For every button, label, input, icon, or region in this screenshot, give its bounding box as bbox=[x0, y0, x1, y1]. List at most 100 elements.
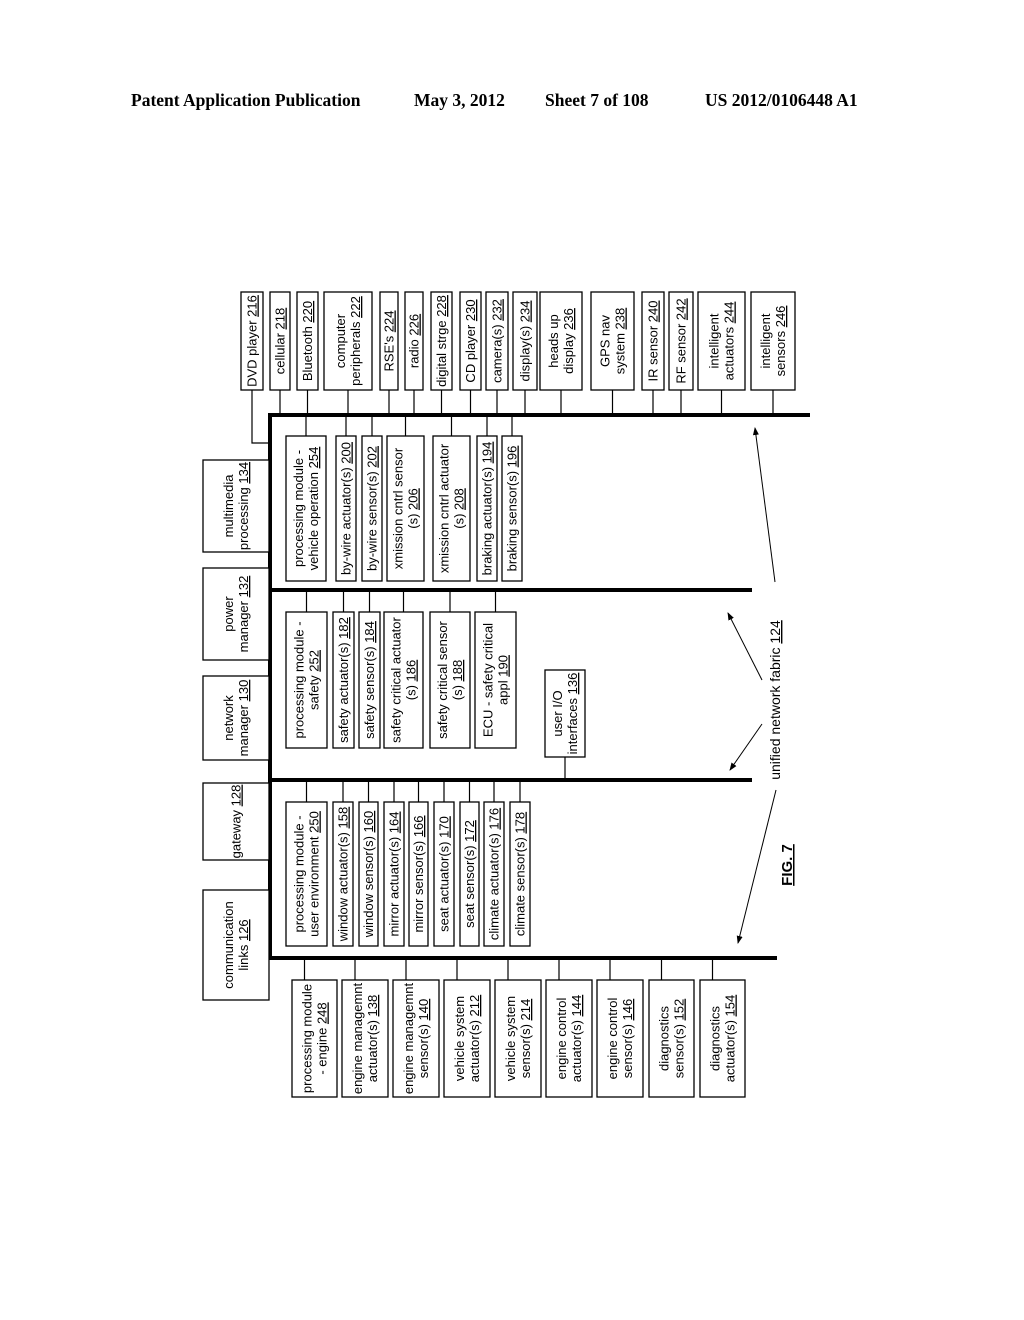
component-label: engine managemntsensor(s) 140 bbox=[401, 982, 431, 1094]
label-line: actuator(s) bbox=[723, 1020, 738, 1082]
component-intelligent-actuators-244: intelligentactuators 244 bbox=[697, 291, 746, 415]
label-line: mirror sensor(s) bbox=[411, 841, 426, 933]
component-diagnostics-sensor-s-152: diagnosticssensor(s) 152 bbox=[648, 958, 695, 1098]
label-line: window sensor(s) bbox=[361, 836, 376, 938]
label-line: user I/O bbox=[550, 690, 565, 736]
label-line: processing module bbox=[300, 984, 315, 1093]
component-label: cellular 218 bbox=[273, 308, 288, 375]
label-line: digital strge bbox=[434, 320, 449, 386]
label-line: Bluetooth bbox=[300, 326, 315, 381]
component-label: diagnosticsactuator(s) 154 bbox=[708, 995, 738, 1082]
component-braking-actuator-s-194: braking actuator(s) 194 bbox=[476, 415, 498, 582]
component-window-sensor-s-160: window sensor(s) 160 bbox=[358, 780, 379, 947]
component-label: mirror sensor(s) 166 bbox=[411, 815, 426, 932]
component-label: multimediaprocessing 134 bbox=[221, 462, 251, 550]
label-line: (s) bbox=[404, 685, 419, 700]
label-line: engine managemnt bbox=[401, 982, 416, 1094]
reference-number: 128 bbox=[229, 785, 244, 807]
reference-number: 144 bbox=[569, 995, 584, 1017]
label-line: system bbox=[613, 333, 628, 374]
reference-number: 132 bbox=[236, 576, 251, 598]
component-camera-s-232: camera(s) 232 bbox=[485, 291, 509, 415]
component-cd-player-230: CD player 230 bbox=[459, 291, 482, 415]
reference-number: 228 bbox=[434, 295, 449, 317]
component-intelligent-sensors-246: intelligentsensors 246 bbox=[750, 291, 796, 415]
label-line: processing module - bbox=[292, 621, 307, 738]
label-line: communication bbox=[221, 901, 236, 988]
reference-number: 236 bbox=[561, 308, 576, 330]
component-climate-sensor-s-178: climate sensor(s) 178 bbox=[509, 780, 531, 947]
label-line: xmission cntrl sensor bbox=[391, 447, 406, 569]
label-line: braking actuator(s) bbox=[480, 467, 495, 575]
component-label: climate sensor(s) 178 bbox=[513, 812, 528, 936]
label-line: safety critical sensor bbox=[435, 620, 450, 738]
component-label: camera(s) 232 bbox=[490, 299, 505, 383]
component-cellular-218: cellular 218 bbox=[269, 291, 291, 415]
dvd-connector bbox=[251, 390, 270, 444]
label-line: GPS nav bbox=[598, 314, 613, 367]
label-line: safety sensor(s) bbox=[362, 646, 377, 738]
component-label: safety actuator(s) 182 bbox=[336, 617, 351, 743]
reference-number: 232 bbox=[490, 299, 505, 321]
component-rse-s-224: RSE's 224 bbox=[379, 291, 399, 415]
component-ecu-safety-critical-appl-190: ECU - safety criticalappl 190 bbox=[474, 590, 517, 749]
label-line: intelligent bbox=[707, 313, 722, 368]
label-line: actuator(s) bbox=[467, 1020, 482, 1082]
component-vehicle-system-sensor-s-214: vehicle systemsensor(s) 214 bbox=[494, 958, 542, 1098]
component-seat-actuator-s-170: seat actuator(s) 170 bbox=[433, 780, 455, 947]
label-line: vehicle operation bbox=[306, 472, 321, 570]
reference-number: 224 bbox=[382, 310, 397, 332]
reference-number: 140 bbox=[416, 999, 431, 1021]
label-line: heads up bbox=[546, 314, 561, 368]
reference-number: 152 bbox=[672, 999, 687, 1021]
reference-number: 208 bbox=[452, 488, 467, 510]
component-engine-control-sensor-s-146: engine controlsensor(s) 146 bbox=[596, 958, 644, 1098]
reference-number: 126 bbox=[236, 919, 251, 941]
component-mirror-actuator-s-164: mirror actuator(s) 164 bbox=[383, 780, 405, 947]
component-processing-module-safety-252: processing module -safety 252 bbox=[285, 590, 328, 749]
component-label: processing module -user environment 250 bbox=[292, 811, 322, 937]
component-communication-links-126: communicationlinks 126 bbox=[202, 889, 270, 1001]
component-label: by-wire sensor(s) 202 bbox=[365, 446, 380, 571]
component-boxes: communicationlinks 126 gateway 128 network… bbox=[202, 291, 796, 1098]
label-line: camera(s) bbox=[490, 324, 505, 383]
label-line: RSE's bbox=[382, 335, 397, 371]
label-line: CD player bbox=[463, 324, 478, 382]
component-label: engine managemntactuator(s) 138 bbox=[350, 982, 380, 1094]
reference-number: 220 bbox=[300, 301, 315, 323]
fabric-ref: 124 bbox=[767, 620, 783, 644]
label-line: interfaces bbox=[565, 697, 580, 754]
reference-number: 188 bbox=[450, 660, 465, 682]
component-label: braking actuator(s) 194 bbox=[480, 442, 495, 576]
component-xmission-cntrl-sensor-s-206: xmission cntrl sensor(s) 206 bbox=[386, 415, 425, 582]
label-line: climate sensor(s) bbox=[513, 837, 528, 936]
reference-number: 134 bbox=[236, 462, 251, 484]
reference-number: 182 bbox=[336, 617, 351, 639]
component-label: DVD player 216 bbox=[245, 295, 260, 387]
component-label: safety sensor(s) 184 bbox=[362, 621, 377, 739]
reference-number: 226 bbox=[407, 314, 422, 336]
component-label: braking sensor(s) 196 bbox=[505, 446, 520, 572]
reference-number: 246 bbox=[773, 306, 788, 328]
component-computer-peripherals-222: computerperipherals 222 bbox=[323, 291, 373, 415]
component-engine-managemnt-sensor-s-140: engine managemntsensor(s) 140 bbox=[392, 958, 440, 1098]
fabric-annotation: unified network fabric 124 FIG. 7 bbox=[727, 427, 796, 944]
component-multimedia-processing-134: multimediaprocessing 134 bbox=[202, 459, 270, 553]
label-line: gateway bbox=[229, 809, 244, 858]
label-line: sensor(s) bbox=[518, 1024, 533, 1078]
reference-number: 176 bbox=[487, 808, 502, 830]
component-label: gateway 128 bbox=[229, 785, 244, 859]
label-line: computer bbox=[333, 313, 348, 368]
reference-number: 214 bbox=[518, 999, 533, 1021]
reference-number: 178 bbox=[513, 812, 528, 834]
component-xmission-cntrl-actuator-s-208: xmission cntrl actuator(s) 208 bbox=[432, 415, 471, 582]
component-label: diagnosticssensor(s) 152 bbox=[657, 999, 687, 1079]
label-line: actuators bbox=[722, 326, 737, 380]
label-line: manager bbox=[236, 600, 251, 652]
component-label: radio 226 bbox=[407, 314, 422, 368]
label-line: vehicle system bbox=[503, 996, 518, 1081]
label-line: display(s) bbox=[518, 326, 533, 382]
reference-number: 254 bbox=[306, 447, 321, 469]
label-line: window actuator(s) bbox=[336, 832, 351, 942]
reference-number: 242 bbox=[674, 298, 689, 320]
